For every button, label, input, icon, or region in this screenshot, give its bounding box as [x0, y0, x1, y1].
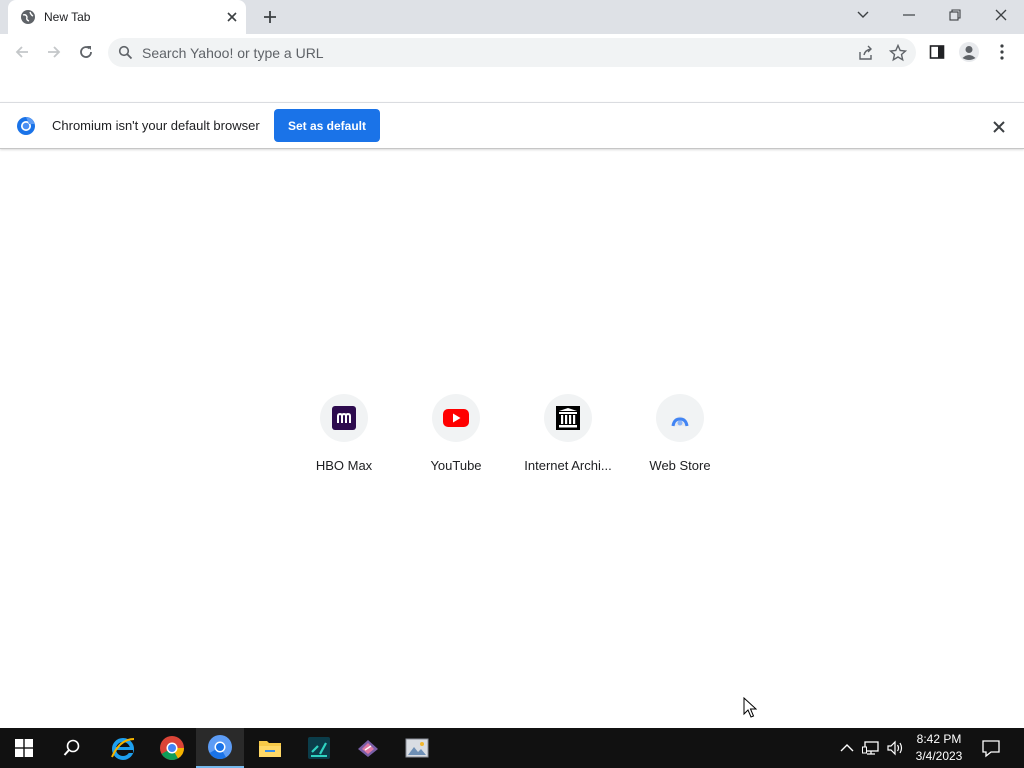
- clock-date: 3/4/2023: [915, 749, 963, 763]
- close-icon[interactable]: [223, 8, 241, 26]
- shortcuts-grid: HBO Max YouTube Internet Archi... Web St…: [0, 394, 1024, 484]
- shortcut-label: Internet Archi...: [524, 458, 612, 473]
- shortcut-web-store[interactable]: Web Store: [624, 394, 736, 484]
- minimize-icon[interactable]: [886, 0, 932, 30]
- set-as-default-button[interactable]: Set as default: [274, 109, 380, 142]
- mouse-cursor-icon: [743, 696, 758, 719]
- terminal-app-icon[interactable]: [295, 728, 343, 768]
- omnibox-placeholder: Search Yahoo! or type a URL: [142, 45, 324, 61]
- network-icon[interactable]: [862, 738, 880, 758]
- chevron-up-icon[interactable]: [838, 738, 856, 758]
- star-icon[interactable]: [888, 43, 908, 62]
- search-icon[interactable]: [48, 728, 96, 768]
- internet-explorer-icon[interactable]: [99, 728, 147, 768]
- side-panel-icon[interactable]: [923, 38, 951, 66]
- reload-icon[interactable]: [72, 38, 100, 66]
- hbo-max-icon: [320, 394, 368, 442]
- toolbar: Search Yahoo! or type a URL: [0, 34, 1024, 70]
- chevron-down-icon[interactable]: [840, 0, 886, 30]
- youtube-icon: [432, 394, 480, 442]
- share-icon[interactable]: [857, 44, 875, 62]
- file-explorer-icon[interactable]: [246, 728, 294, 768]
- internet-archive-icon: [544, 394, 592, 442]
- shortcut-hbo-max[interactable]: HBO Max: [288, 394, 400, 484]
- chrome-icon[interactable]: [148, 728, 196, 768]
- notifications-icon[interactable]: [982, 738, 1000, 758]
- tab-title: New Tab: [44, 10, 91, 24]
- infobar-message: Chromium isn't your default browser: [52, 118, 260, 133]
- shortcut-label: Web Store: [649, 458, 711, 473]
- close-window-icon[interactable]: [978, 0, 1024, 30]
- default-browser-infobar: Chromium isn't your default browser Set …: [0, 102, 1024, 149]
- restore-icon[interactable]: [932, 0, 978, 30]
- globe-icon: [20, 9, 36, 25]
- chromium-icon[interactable]: [196, 728, 244, 768]
- profile-icon[interactable]: [955, 38, 983, 66]
- back-arrow-icon[interactable]: [8, 38, 36, 66]
- title-bar: New Tab: [0, 0, 1024, 34]
- taskbar: 8:42 PM 3/4/2023: [0, 728, 1024, 768]
- volume-icon[interactable]: [886, 738, 904, 758]
- shortcut-internet-archive[interactable]: Internet Archi...: [512, 394, 624, 484]
- taskbar-clock[interactable]: 8:42 PM 3/4/2023: [906, 731, 972, 765]
- shortcut-label: YouTube: [430, 458, 482, 473]
- tab-new-tab[interactable]: New Tab: [8, 0, 246, 34]
- paint-app-icon[interactable]: [344, 728, 392, 768]
- shortcut-label: HBO Max: [315, 458, 373, 473]
- more-vert-icon[interactable]: [988, 38, 1016, 66]
- plus-icon[interactable]: [258, 5, 282, 29]
- close-infobar-icon[interactable]: [990, 118, 1008, 136]
- shortcut-youtube[interactable]: YouTube: [400, 394, 512, 484]
- image-viewer-icon[interactable]: [393, 728, 441, 768]
- search-icon: [118, 45, 133, 60]
- chromium-logo-icon: [16, 116, 36, 136]
- forward-arrow-icon[interactable]: [40, 38, 68, 66]
- web-store-icon: [656, 394, 704, 442]
- clock-time: 8:42 PM: [916, 732, 962, 746]
- windows-start-icon[interactable]: [0, 728, 48, 768]
- omnibox[interactable]: Search Yahoo! or type a URL: [108, 38, 916, 67]
